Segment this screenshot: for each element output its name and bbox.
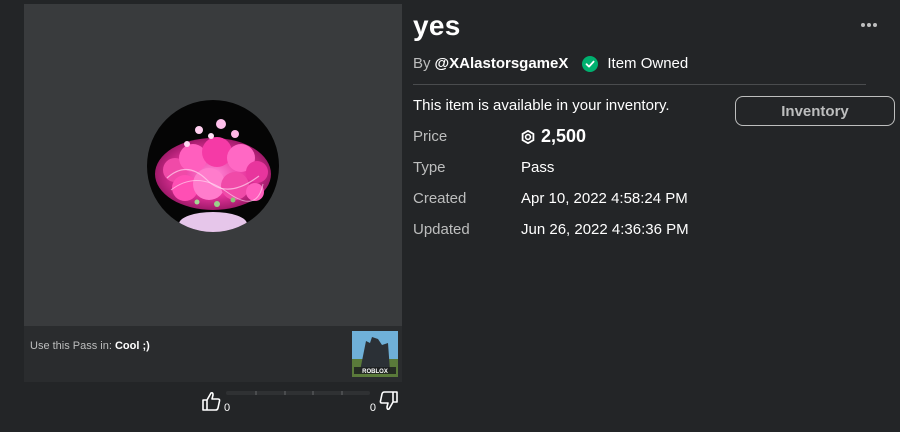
- item-title: yes: [413, 10, 461, 41]
- use-pass-in-strip: Use this Pass in: Cool ;) ROBLOX: [24, 326, 402, 382]
- game-thumb-label: ROBLOX: [362, 369, 388, 375]
- game-link[interactable]: Cool ;): [115, 340, 150, 352]
- upvote-count: 0: [224, 402, 231, 414]
- robux-icon: [521, 129, 535, 144]
- item-owned-label: Item Owned: [607, 55, 689, 72]
- game-thumbnail[interactable]: ROBLOX: [352, 331, 398, 377]
- price-value-wrap: 2,500: [521, 126, 586, 147]
- created-label: Created: [413, 190, 467, 207]
- type-label: Type: [413, 159, 446, 176]
- item-details: yes By @XAlastorsgameX Item Owned This i…: [413, 0, 900, 432]
- creator-link[interactable]: @XAlastorsgameX: [435, 55, 569, 72]
- vote-section: 0 0: [196, 386, 402, 416]
- checkmark-circle-icon: [582, 55, 599, 72]
- inventory-button[interactable]: Inventory: [735, 96, 895, 126]
- downvote-count: 0: [369, 402, 376, 414]
- divider: [413, 84, 866, 85]
- item-thumbnail-area: [24, 4, 402, 326]
- vote-bar: [226, 391, 370, 395]
- use-pass-in-text: Use this Pass in: Cool ;): [30, 340, 150, 352]
- updated-value: Jun 26, 2022 4:36:36 PM: [521, 221, 689, 238]
- more-options-icon[interactable]: [860, 22, 878, 28]
- item-thumbnail-panel: Use this Pass in: Cool ;) ROBLOX: [24, 4, 402, 382]
- by-label: By: [413, 55, 431, 72]
- updated-label: Updated: [413, 221, 470, 238]
- thumbs-up-icon[interactable]: [200, 390, 222, 412]
- price-label: Price: [413, 128, 448, 145]
- use-pass-in-label: Use this Pass in:: [30, 340, 112, 352]
- type-value: Pass: [521, 159, 555, 176]
- pass-image: [147, 100, 279, 232]
- creator-line: By @XAlastorsgameX Item Owned: [413, 55, 688, 72]
- price-value: 2,500: [541, 126, 587, 146]
- thumbs-down-icon[interactable]: [378, 390, 400, 412]
- availability-text: This item is available in your inventory…: [413, 97, 670, 114]
- created-value: Apr 10, 2022 4:58:24 PM: [521, 190, 688, 207]
